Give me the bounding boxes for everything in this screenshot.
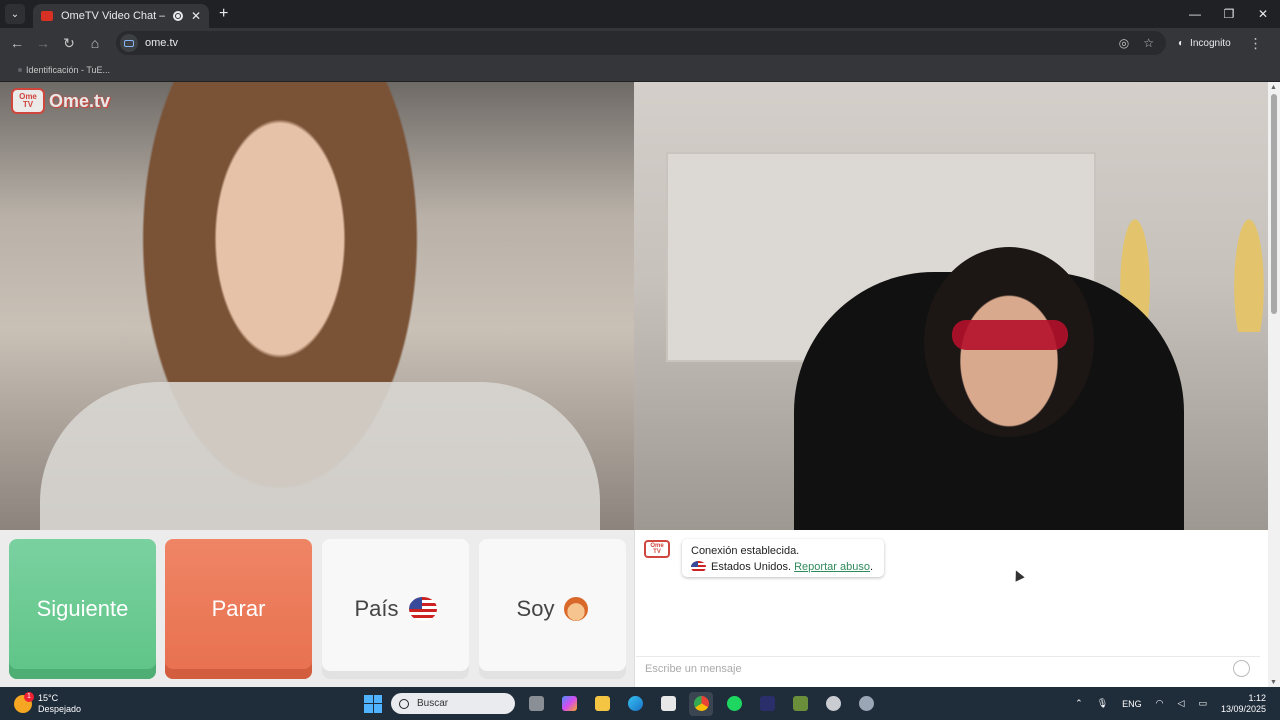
report-abuse-link[interactable]: Reportar abuso <box>794 559 870 575</box>
guitar-right <box>1226 182 1268 332</box>
minimize-button[interactable]: — <box>1178 7 1212 21</box>
mouse-cursor-icon <box>1011 568 1025 582</box>
speaker-icon[interactable]: ◁ <box>1178 698 1185 709</box>
connection-message: Conexión establecida. <box>691 545 800 557</box>
battery-icon[interactable]: ▭ <box>1198 698 1207 709</box>
window-controls: — ❐ ✕ <box>1178 7 1280 21</box>
bookmark-item[interactable]: Identificación - TuE... <box>26 65 110 75</box>
forward-arrow-icon[interactable]: → <box>30 35 56 51</box>
next-button-label: Siguiente <box>36 596 129 621</box>
store-icon[interactable] <box>656 692 680 716</box>
next-button[interactable]: Siguiente <box>9 539 156 679</box>
search-icon <box>399 698 409 709</box>
country-button[interactable]: País <box>322 539 469 679</box>
country-button-label: País <box>354 596 399 621</box>
minecraft-icon[interactable] <box>788 692 812 716</box>
scroll-down-icon[interactable]: ▼ <box>1270 679 1277 686</box>
tab-close-button[interactable]: ✕ <box>191 9 201 23</box>
stranger-shirt <box>40 382 600 530</box>
temperature: 15°C <box>38 692 59 703</box>
bookmarks-bar: Identificación - TuE... <box>0 58 1280 81</box>
logo-wordmark: Ome.tv <box>49 90 111 111</box>
weather-description: Despejado <box>38 703 82 714</box>
address-bar[interactable]: ome.tv ◎ ☆ <box>116 31 1166 55</box>
new-tab-button[interactable]: + <box>219 5 228 23</box>
clock-date: 13/09/2025 <box>1220 703 1266 714</box>
weather-badge: 1 <box>24 691 34 702</box>
maximize-button[interactable]: ❐ <box>1212 7 1246 21</box>
ometv-page: Ome TV Ome.tv Siguiente Parar País Soy O… <box>0 82 1268 687</box>
tab-search-button[interactable]: ⌄ <box>5 4 25 24</box>
controls-panel: Siguiente Parar País Soy <box>0 530 634 687</box>
taskbar-apps: Buscar <box>364 687 878 720</box>
tab-title: OmeTV Video Chat — Ome <box>61 10 165 22</box>
bookmark-star-icon[interactable]: ☆ <box>1143 36 1154 50</box>
url-text[interactable]: ome.tv <box>145 37 178 49</box>
chevron-up-icon[interactable]: ⌃ <box>1075 698 1083 709</box>
chrome-icon[interactable] <box>689 691 713 716</box>
edge-icon[interactable] <box>623 692 647 716</box>
windows-taskbar: 1 15°C Despejado Buscar ⌃ 🎙︎ ENG ◠ ◁ ▭ 1… <box>0 687 1280 720</box>
boy-emoji-icon <box>564 597 589 621</box>
start-windows-icon[interactable] <box>364 694 382 713</box>
wifi-icon[interactable]: ◠ <box>1156 698 1164 709</box>
close-window-button[interactable]: ✕ <box>1246 7 1280 21</box>
stop-button-label: Parar <box>211 596 266 621</box>
tab-strip: ⌄ OmeTV Video Chat — Ome ✕ + — ❐ ✕ <box>0 0 1280 28</box>
country-line: Estados Unidos. Reportar abuso. <box>691 559 875 575</box>
weather-text: 15°C Despejado <box>38 693 81 715</box>
incognito-icon: ◐ <box>1178 37 1185 49</box>
tab-ometv[interactable]: OmeTV Video Chat — Ome ✕ <box>33 4 209 28</box>
home-icon[interactable]: ⌂ <box>82 35 108 51</box>
omnibox-actions: ◎ ☆ <box>1119 36 1162 50</box>
microphone-icon[interactable]: 🎙︎ <box>1097 698 1108 709</box>
incognito-indicator[interactable]: ◐ Incognito <box>1178 38 1231 49</box>
page-scrollbar[interactable]: ▲ ▼ <box>1268 82 1280 687</box>
gender-button-label: Soy <box>516 596 555 621</box>
bookmark-favicon-icon <box>18 67 22 72</box>
self-video <box>634 82 1268 530</box>
ometv-logo[interactable]: Ome TV Ome.tv <box>11 88 110 114</box>
taskbar-search-placeholder: Buscar <box>417 698 449 709</box>
emoji-icon[interactable] <box>1233 660 1250 677</box>
browser-toolbar: ← → ↻ ⌂ ome.tv ◎ ☆ ◐ Incognito ⋮ <box>0 28 1280 58</box>
spotify-icon[interactable] <box>722 692 746 716</box>
file-explorer-icon[interactable] <box>590 692 614 716</box>
scroll-up-icon[interactable]: ▲ <box>1270 84 1277 91</box>
site-info-icon[interactable] <box>120 34 138 52</box>
stranger-video: Ome TV Ome.tv <box>0 82 634 530</box>
report-suffix: . <box>869 561 873 573</box>
settings-gear-icon[interactable] <box>854 692 878 716</box>
sun-icon: 1 <box>14 691 34 713</box>
us-flag-small-icon <box>691 561 706 573</box>
game-launcher-icon[interactable] <box>755 692 779 716</box>
us-flag-icon <box>408 597 437 621</box>
system-message: Conexión establecida. Estados Unidos. Re… <box>682 539 884 577</box>
stop-button[interactable]: Parar <box>165 539 312 679</box>
red-glasses <box>952 320 1068 350</box>
scrollbar-thumb[interactable] <box>1271 94 1277 314</box>
steam-icon[interactable] <box>821 692 845 716</box>
message-input[interactable] <box>636 656 1260 680</box>
language-indicator[interactable]: ENG <box>1122 699 1142 709</box>
clock-time: 1:12 <box>1248 692 1266 703</box>
eye-off-icon[interactable]: ◎ <box>1119 36 1129 50</box>
incognito-label: Incognito <box>1190 37 1231 49</box>
chat-ometv-icon: Ome TV <box>644 540 670 558</box>
country-name: Estados Unidos. <box>711 561 792 573</box>
copilot-icon[interactable] <box>557 692 581 716</box>
recording-icon <box>172 11 183 21</box>
reload-icon[interactable]: ↻ <box>56 35 82 52</box>
weather-widget[interactable]: 1 15°C Despejado <box>14 691 214 715</box>
clock[interactable]: 1:12 13/09/2025 <box>1221 693 1266 715</box>
logo-badge: Ome TV <box>11 88 45 114</box>
taskbar-search[interactable]: Buscar <box>391 693 515 714</box>
gender-button[interactable]: Soy <box>479 539 626 679</box>
task-view-icon[interactable] <box>524 692 548 716</box>
back-arrow-icon[interactable]: ← <box>4 35 30 51</box>
menu-kebab-icon[interactable]: ⋮ <box>1249 35 1263 52</box>
ometv-favicon-icon <box>41 11 53 21</box>
chat-panel: Ome TV Conexión establecida. Estados Uni… <box>634 530 1260 687</box>
system-tray: ⌃ 🎙︎ ENG ◠ ◁ ▭ 1:12 13/09/2025 <box>1075 687 1266 720</box>
